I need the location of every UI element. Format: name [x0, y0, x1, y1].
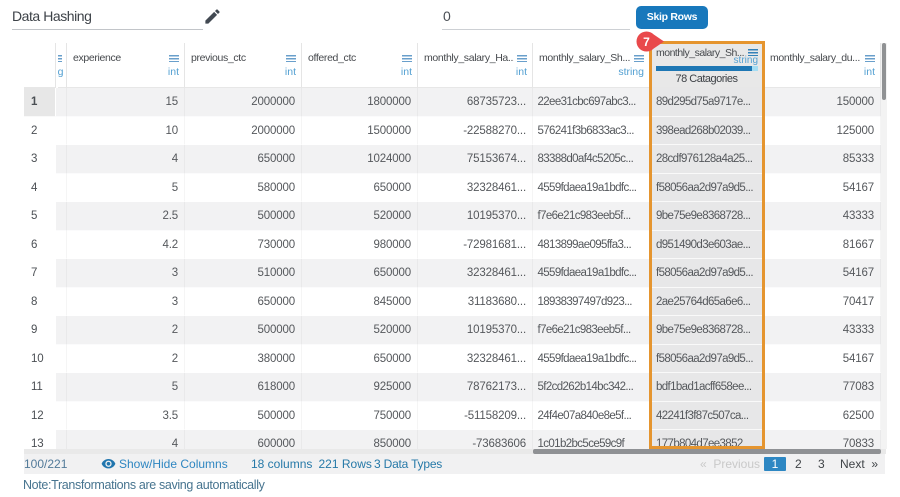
- svg-text:7: 7: [643, 35, 650, 49]
